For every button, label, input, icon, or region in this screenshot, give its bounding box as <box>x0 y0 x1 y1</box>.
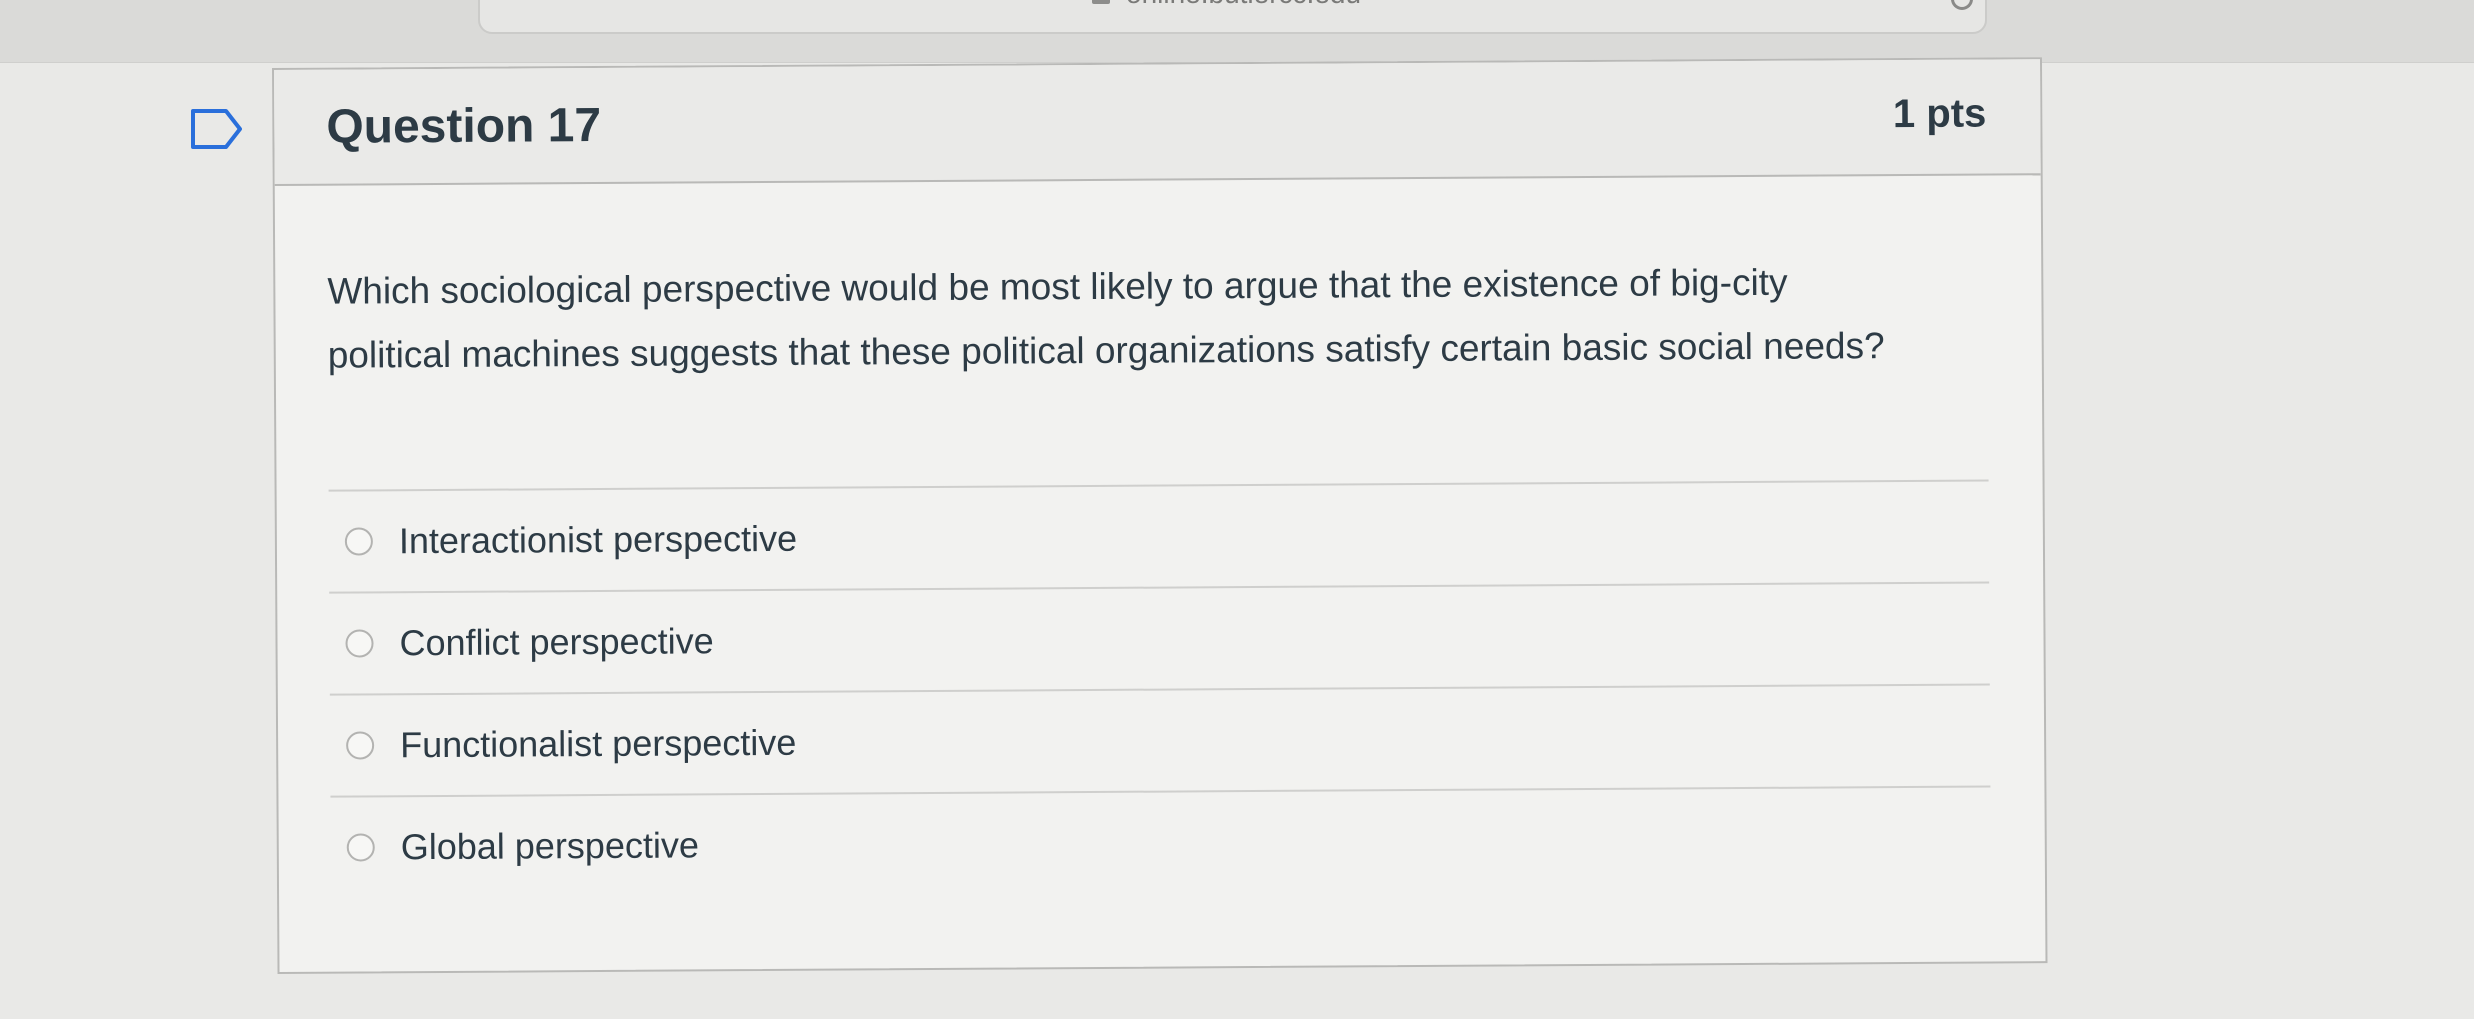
flag-icon[interactable] <box>190 108 244 150</box>
radio-button[interactable] <box>346 833 375 862</box>
answer-option-conflict[interactable]: Conflict perspective <box>329 584 1990 694</box>
answer-option-interactionist[interactable]: Interactionist perspective <box>329 482 1990 592</box>
browser-toolbar: online.butlercc.edu <box>0 0 2474 63</box>
answer-option-functionalist[interactable]: Functionalist perspective <box>330 686 1991 796</box>
address-bar[interactable]: online.butlercc.edu <box>478 0 1987 34</box>
question-card: Question 17 1 pts Which sociological per… <box>272 57 2048 974</box>
lock-icon <box>1092 0 1110 4</box>
answer-label: Interactionist perspective <box>398 517 798 562</box>
answer-label: Conflict perspective <box>399 620 714 664</box>
answer-label: Functionalist perspective <box>400 721 797 766</box>
question-title: Question 17 <box>326 98 602 154</box>
answer-list: Interactionist perspective Conflict pers… <box>328 479 1991 898</box>
radio-button[interactable] <box>344 527 373 556</box>
answer-option-global[interactable]: Global perspective <box>330 788 1991 898</box>
address-bar-url: online.butlercc.edu <box>1126 0 1361 10</box>
question-header: Question 17 1 pts <box>274 59 2041 186</box>
radio-button[interactable] <box>346 731 375 760</box>
question-points: 1 pts <box>1892 91 1987 137</box>
radio-button[interactable] <box>345 629 374 658</box>
reload-icon[interactable] <box>1951 0 1973 10</box>
answer-label: Global perspective <box>400 824 700 868</box>
question-text: Which sociological perspective would be … <box>327 261 1885 376</box>
